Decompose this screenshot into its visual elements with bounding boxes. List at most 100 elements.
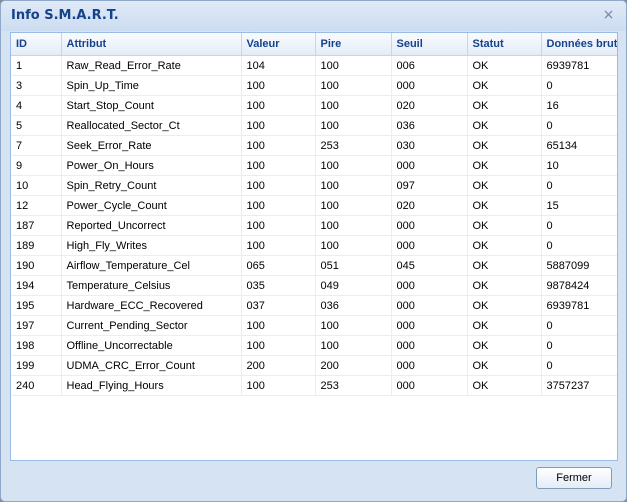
table-cell: 3757237 — [541, 375, 617, 396]
table-row[interactable]: 187 Reported_Uncorrect 100 100 000 OK 0 — [11, 215, 617, 236]
table-cell: 9878424 — [541, 275, 617, 296]
table-cell: 0 — [541, 315, 617, 336]
table-cell: OK — [467, 115, 542, 136]
table-cell: 104 — [241, 55, 316, 76]
table-row[interactable]: 199 UDMA_CRC_Error_Count 200 200 000 OK 0 — [11, 355, 617, 376]
table-cell: 189 — [11, 235, 62, 256]
table-cell: 9 — [11, 155, 62, 176]
table-cell: 100 — [315, 55, 392, 76]
smart-attributes-grid: ID Attribut Valeur Pire Seuil Statut Données b… — [10, 32, 618, 461]
table-cell: OK — [467, 75, 542, 96]
table-cell: 100 — [241, 215, 316, 236]
table-row[interactable]: 3 Spin_Up_Time 100 100 000 OK 0 — [11, 75, 617, 96]
table-cell: 5887099 — [541, 255, 617, 276]
table-cell: 6939781 — [541, 295, 617, 316]
table-cell: 187 — [11, 215, 62, 236]
table-row[interactable]: 197 Current_Pending_Sector 100 100 000 OK 0 — [11, 315, 617, 336]
table-cell: 0 — [541, 235, 617, 256]
table-cell: Spin_Retry_Count — [61, 175, 242, 196]
table-cell: 020 — [391, 195, 468, 216]
smart-table: ID Attribut Valeur Pire Seuil Statut Données b… — [11, 33, 617, 396]
dialog-titlebar[interactable]: Info S.M.A.R.T. × — [1, 1, 626, 31]
table-cell: 100 — [315, 335, 392, 356]
table-cell: 037 — [241, 295, 316, 316]
table-cell: 100 — [315, 315, 392, 336]
table-row[interactable]: 9 Power_On_Hours 100 100 000 OK 10 — [11, 155, 617, 176]
table-cell: High_Fly_Writes — [61, 235, 242, 256]
table-cell: 030 — [391, 135, 468, 156]
table-cell: 000 — [391, 75, 468, 96]
table-row[interactable]: 195 Hardware_ECC_Recovered 037 036 000 OK 6939… — [11, 295, 617, 316]
table-row[interactable]: 190 Airflow_Temperature_Cel 065 051 045 OK 588… — [11, 255, 617, 276]
table-cell: 049 — [315, 275, 392, 296]
table-row[interactable]: 5 Reallocated_Sector_Ct 100 100 036 OK 0 — [11, 115, 617, 136]
close-icon[interactable]: × — [601, 8, 616, 23]
table-cell: 253 — [315, 375, 392, 396]
table-body: 1 Raw_Read_Error_Rate 104 100 006 OK 6939781 3 S… — [11, 55, 617, 396]
table-cell: OK — [467, 335, 542, 356]
table-cell: Offline_Uncorrectable — [61, 335, 242, 356]
table-cell: 100 — [241, 115, 316, 136]
table-cell: 197 — [11, 315, 62, 336]
table-row[interactable]: 1 Raw_Read_Error_Rate 104 100 006 OK 6939781 — [11, 55, 617, 76]
table-cell: 240 — [11, 375, 62, 396]
table-cell: 006 — [391, 55, 468, 76]
table-row[interactable]: 4 Start_Stop_Count 100 100 020 OK 16 — [11, 95, 617, 116]
column-header[interactable]: Statut — [467, 33, 542, 56]
table-cell: OK — [467, 255, 542, 276]
table-cell: 190 — [11, 255, 62, 276]
column-header[interactable]: ID — [11, 33, 62, 56]
column-header[interactable]: Attribut — [61, 33, 242, 56]
table-cell: 100 — [315, 235, 392, 256]
table-cell: 000 — [391, 275, 468, 296]
table-cell: Hardware_ECC_Recovered — [61, 295, 242, 316]
column-header[interactable]: Données brutes — [541, 33, 617, 56]
table-cell: 0 — [541, 215, 617, 236]
close-button[interactable]: Fermer — [536, 467, 612, 489]
table-cell: OK — [467, 55, 542, 76]
table-cell: 5 — [11, 115, 62, 136]
table-cell: 097 — [391, 175, 468, 196]
table-cell: 15 — [541, 195, 617, 216]
table-cell: 051 — [315, 255, 392, 276]
table-cell: OK — [467, 135, 542, 156]
table-cell: 3 — [11, 75, 62, 96]
table-row[interactable]: 7 Seek_Error_Rate 100 253 030 OK 65134 — [11, 135, 617, 156]
table-cell: 020 — [391, 95, 468, 116]
table-cell: 100 — [241, 315, 316, 336]
column-header[interactable]: Valeur — [241, 33, 316, 56]
table-cell: OK — [467, 355, 542, 376]
table-cell: 000 — [391, 315, 468, 336]
table-cell: 200 — [315, 355, 392, 376]
table-cell: OK — [467, 95, 542, 116]
table-row[interactable]: 240 Head_Flying_Hours 100 253 000 OK 3757237 — [11, 375, 617, 396]
table-cell: OK — [467, 155, 542, 176]
table-row[interactable]: 194 Temperature_Celsius 035 049 000 OK 9878424 — [11, 275, 617, 296]
table-cell: 6939781 — [541, 55, 617, 76]
table-cell: 000 — [391, 235, 468, 256]
table-cell: Raw_Read_Error_Rate — [61, 55, 242, 76]
table-row[interactable]: 10 Spin_Retry_Count 100 100 097 OK 0 — [11, 175, 617, 196]
table-cell: 100 — [241, 155, 316, 176]
table-cell: 4 — [11, 95, 62, 116]
table-cell: 200 — [241, 355, 316, 376]
table-cell: Seek_Error_Rate — [61, 135, 242, 156]
table-cell: 198 — [11, 335, 62, 356]
table-cell: Head_Flying_Hours — [61, 375, 242, 396]
table-cell: 036 — [315, 295, 392, 316]
table-row[interactable]: 198 Offline_Uncorrectable 100 100 000 OK 0 — [11, 335, 617, 356]
table-row[interactable]: 189 High_Fly_Writes 100 100 000 OK 0 — [11, 235, 617, 256]
table-cell: 100 — [241, 95, 316, 116]
table-cell: 100 — [315, 155, 392, 176]
table-cell: 0 — [541, 355, 617, 376]
table-cell: OK — [467, 235, 542, 256]
table-row[interactable]: 12 Power_Cycle_Count 100 100 020 OK 15 — [11, 195, 617, 216]
table-cell: 7 — [11, 135, 62, 156]
table-cell: 000 — [391, 375, 468, 396]
table-cell: 100 — [315, 115, 392, 136]
column-header[interactable]: Pire — [315, 33, 392, 56]
table-cell: 100 — [241, 235, 316, 256]
table-cell: 100 — [241, 75, 316, 96]
table-cell: 0 — [541, 115, 617, 136]
column-header[interactable]: Seuil — [391, 33, 468, 56]
